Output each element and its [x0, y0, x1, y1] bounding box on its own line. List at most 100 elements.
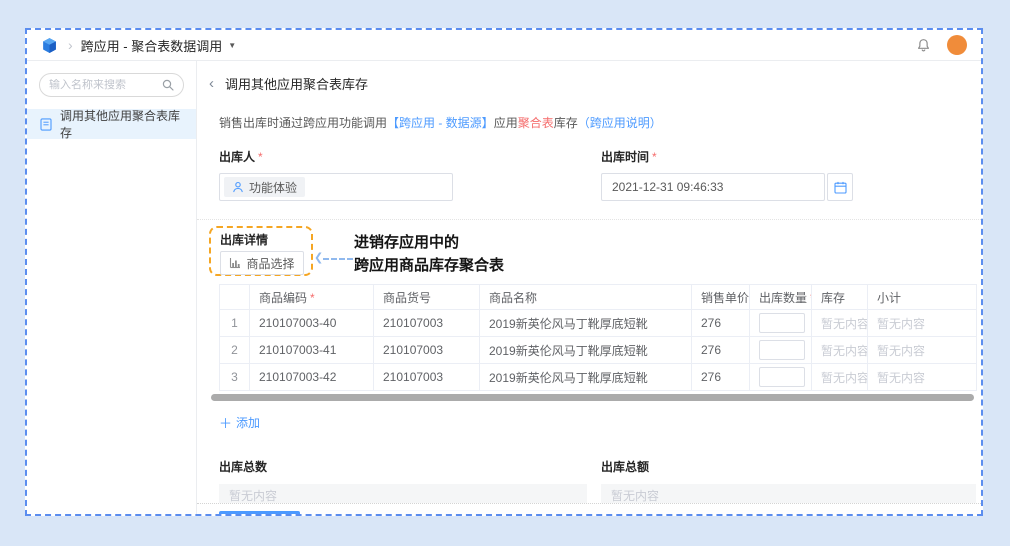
table-row: 3210107003-422101070032019新英伦风马丁靴厚底短靴276…	[220, 364, 977, 391]
product-itemno-cell: 210107003	[374, 310, 480, 337]
document-icon	[40, 118, 52, 131]
row-index-cell: 2	[220, 337, 250, 364]
stock-cell: 暂无内容	[812, 310, 868, 337]
qty-input[interactable]	[759, 340, 805, 360]
total-count-field: 暂无内容	[219, 484, 587, 503]
product-select-button[interactable]: 商品选择	[220, 251, 304, 275]
person-field[interactable]: 功能体验	[219, 173, 453, 201]
desc-link-datasource[interactable]: 【跨应用 - 数据源】	[387, 116, 494, 130]
product-code-cell: 210107003-42	[250, 364, 374, 391]
sidebar-search	[39, 73, 184, 97]
search-input[interactable]	[49, 79, 156, 91]
qty-cell	[750, 310, 812, 337]
total-amount-value: 暂无内容	[611, 489, 659, 503]
app-logo-icon	[41, 37, 58, 54]
qty-input[interactable]	[759, 313, 805, 333]
unit-price-cell: 276	[692, 310, 750, 337]
table-column-header: 库存	[812, 285, 868, 310]
time-field[interactable]: 2021-12-31 09:46:33	[601, 173, 825, 201]
desc-text: 库存	[554, 116, 578, 130]
form-description: 销售出库时通过跨应用功能调用【跨应用 - 数据源】应用聚合表库存（跨应用说明）	[219, 114, 981, 131]
person-chip-label: 功能体验	[249, 179, 297, 196]
total-amount-label: 出库总额	[601, 458, 976, 475]
highlight-callout-box: 出库详情 商品选择	[209, 226, 313, 276]
page-title: 调用其他应用聚合表库存	[225, 74, 368, 93]
required-mark: *	[258, 150, 263, 164]
total-count-label: 出库总数	[219, 458, 601, 475]
stock-cell: 暂无内容	[812, 337, 868, 364]
product-name-cell: 2019新英伦风马丁靴厚底短靴	[480, 364, 692, 391]
table-row: 1210107003-402101070032019新英伦风马丁靴厚底短靴276…	[220, 310, 977, 337]
qty-cell	[750, 364, 812, 391]
breadcrumb-label: 跨应用 - 聚合表数据调用	[81, 36, 223, 55]
submit-button[interactable]: 提交	[219, 511, 300, 514]
plus-icon: ＋	[219, 413, 232, 432]
person-icon	[232, 181, 244, 193]
subtotal-cell: 暂无内容	[868, 337, 977, 364]
qty-cell	[750, 337, 812, 364]
field-label-time: 出库时间*	[601, 148, 853, 165]
desc-text: 应用	[494, 116, 518, 130]
detail-table: 商品编码*商品货号商品名称销售单价*出库数量*库存小计 1210107003-4…	[219, 284, 976, 391]
detail-section-label: 出库详情	[220, 231, 311, 248]
product-code-cell: 210107003-40	[250, 310, 374, 337]
table-column-header: 小计	[868, 285, 977, 310]
unit-price-cell: 276	[692, 364, 750, 391]
chevron-down-icon: ▼	[228, 41, 236, 50]
section-divider	[197, 219, 981, 220]
back-chevron-icon[interactable]: ‹	[209, 76, 214, 91]
product-itemno-cell: 210107003	[374, 337, 480, 364]
app-window: › 跨应用 - 聚合表数据调用 ▼	[25, 28, 983, 516]
breadcrumb[interactable]: 跨应用 - 聚合表数据调用 ▼	[81, 36, 236, 55]
time-value: 2021-12-31 09:46:33	[612, 180, 723, 194]
subtotal-cell: 暂无内容	[868, 364, 977, 391]
table-header: 商品编码*商品货号商品名称销售单价*出库数量*库存小计	[220, 285, 977, 310]
subtotal-cell: 暂无内容	[868, 310, 977, 337]
bar-chart-icon	[229, 257, 241, 269]
table-column-header: 商品货号	[374, 285, 480, 310]
table-column-header: 商品编码*	[250, 285, 374, 310]
product-code-cell: 210107003-41	[250, 337, 374, 364]
field-label-person: 出库人*	[219, 148, 601, 165]
product-select-label: 商品选择	[246, 255, 294, 272]
row-index-cell: 3	[220, 364, 250, 391]
total-count-value: 暂无内容	[229, 489, 277, 503]
desc-text: 销售出库时通过跨应用功能调用	[219, 116, 387, 130]
unit-price-cell: 276	[692, 337, 750, 364]
horizontal-scrollbar[interactable]	[211, 394, 974, 401]
table-column-header: 销售单价*	[692, 285, 750, 310]
form-header: ‹ 调用其他应用聚合表库存	[197, 61, 981, 93]
search-icon	[162, 79, 174, 91]
required-mark: *	[652, 150, 657, 164]
sidebar-item-form[interactable]: 调用其他应用聚合表库存	[27, 109, 196, 139]
topbar: › 跨应用 - 聚合表数据调用 ▼	[27, 30, 981, 61]
main-panel: ‹ 调用其他应用聚合表库存 销售出库时通过跨应用功能调用【跨应用 - 数据源】应…	[197, 61, 981, 514]
user-avatar[interactable]	[947, 35, 967, 55]
table-column-header: 出库数量*	[750, 285, 812, 310]
required-mark: *	[310, 291, 315, 305]
notification-bell-icon[interactable]	[916, 38, 931, 53]
table-row: 2210107003-412101070032019新英伦风马丁靴厚底短靴276…	[220, 337, 977, 364]
cut-divider	[197, 503, 981, 504]
qty-input[interactable]	[759, 367, 805, 387]
table-column-header	[220, 285, 250, 310]
annotation-arrow-line	[323, 258, 353, 260]
annotation-text: 进销存应用中的 跨应用商品库存聚合表	[354, 231, 504, 277]
product-name-cell: 2019新英伦风马丁靴厚底短靴	[480, 310, 692, 337]
add-row-button[interactable]: ＋ 添加	[219, 413, 260, 432]
product-name-cell: 2019新英伦风马丁靴厚底短靴	[480, 337, 692, 364]
calendar-button[interactable]	[827, 173, 853, 201]
table-column-header: 商品名称	[480, 285, 692, 310]
breadcrumb-chevron-icon: ›	[68, 37, 73, 53]
add-row-label: 添加	[236, 414, 260, 431]
desc-link-help[interactable]: （跨应用说明）	[578, 116, 662, 130]
annotation-arrow-icon: ❮	[314, 251, 323, 264]
total-amount-field: 暂无内容	[601, 484, 976, 503]
sidebar-item-label: 调用其他应用聚合表库存	[60, 107, 183, 141]
person-chip[interactable]: 功能体验	[224, 177, 305, 197]
desc-highlight: 聚合表	[518, 116, 554, 130]
calendar-icon	[834, 181, 847, 194]
row-index-cell: 1	[220, 310, 250, 337]
sidebar: 调用其他应用聚合表库存	[27, 61, 197, 514]
product-itemno-cell: 210107003	[374, 364, 480, 391]
